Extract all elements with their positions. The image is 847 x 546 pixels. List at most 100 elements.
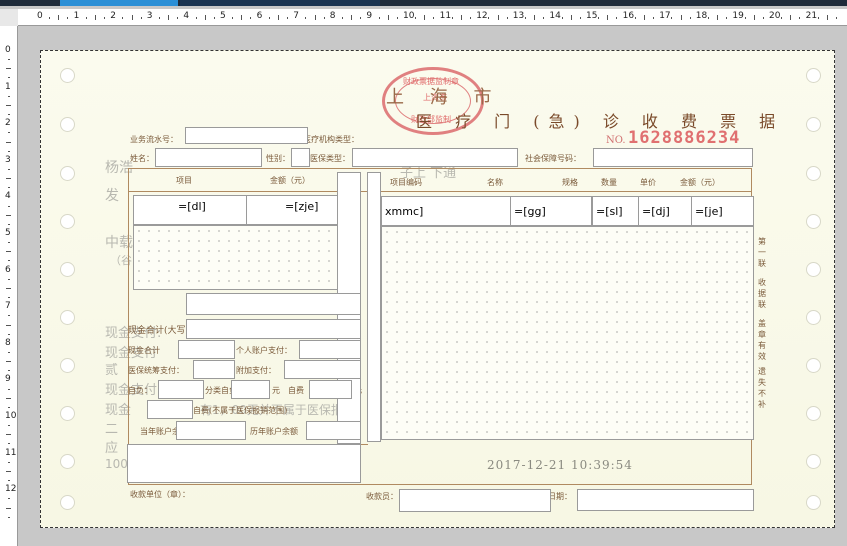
side-note-char: 不 [758,389,766,398]
side-note-char: 第 [758,237,766,246]
ruler-tick-label: 2 [110,11,116,21]
punch-hole-icon [806,214,821,229]
ruler-tick [817,17,819,19]
personal-account-field[interactable] [299,340,361,359]
detail-splitter[interactable] [367,172,381,442]
label-self-pay: 自负： [128,386,152,395]
ruler-tick [534,15,536,20]
ruler-tick [6,104,11,106]
ruler-tick [305,17,307,19]
ruler-tick [451,17,453,19]
medical-pay-field[interactable] [193,360,235,379]
ruler-tick-label: 7 [5,301,11,312]
ruler-tick-label: 3 [5,154,11,165]
ruler-tick [67,17,69,19]
ruler-tick [598,17,600,19]
ruler-tick-label: 13 [512,11,525,21]
ruler-tick [94,15,96,20]
label-prev-balance: 历年账户余额 [250,427,298,436]
gender-field[interactable] [291,148,310,167]
date-field[interactable] [577,489,754,511]
ruler-tick [168,15,170,20]
ruler-tick [433,17,435,19]
label-serial: 业务流水号： [130,135,178,144]
label-insurance-type: 医保类型： [310,154,350,163]
ruler-tick [8,278,10,280]
ruler-tick [8,406,10,408]
ruler-tick [104,17,106,19]
ruler-tick-label: 2 [5,118,11,129]
field-gg[interactable]: =[gg] [510,196,592,226]
ruler-tick [561,17,563,19]
ruler-tick [781,17,783,19]
ruler-tick-label: 15 [586,11,598,21]
self-expense-note-field[interactable] [147,400,193,419]
self-pay-field[interactable] [158,380,204,399]
ruler-tick [744,17,746,19]
ruler-tick-label: 5 [5,228,11,238]
social-security-no-field[interactable] [593,148,753,167]
subtotal-field[interactable] [186,293,361,315]
field-dj[interactable]: =[dj] [638,196,692,226]
side-note-char: 一 [758,248,766,257]
field-dl[interactable]: =[dl] [133,195,247,225]
ruler-tick [6,507,11,509]
ruler-tick [268,17,270,19]
classified-self-pay-field[interactable] [231,380,270,399]
ruler-tick-label: 7 [293,11,299,21]
label-payee-unit: 收款单位（章）： [130,490,190,499]
ruler-tick [680,15,682,20]
ruler-tick [616,17,618,19]
insurance-type-field[interactable] [352,148,518,167]
ruler-tick [232,17,234,19]
cash-total-field[interactable] [178,340,235,359]
ghost-text: 应 [105,441,119,456]
ruler-tick [8,351,10,353]
ruler-tick [58,15,60,20]
remark-field[interactable] [127,444,361,483]
ruler-tick [378,17,380,19]
serial-no-field[interactable] [185,127,308,144]
ruler-tick [49,17,51,19]
ruler-tick [424,15,426,20]
field-xmmc[interactable]: xmmc] [381,196,511,226]
cash-capital-field[interactable] [186,319,361,339]
punch-hole-icon [60,406,75,421]
ruler-tick [543,17,545,19]
label-unit-price: 单价 [640,178,656,187]
receipt-no-label: NO. [606,135,626,146]
ruler-tick [717,15,719,20]
detail-list-area[interactable] [381,226,754,440]
field-sl[interactable]: =[sl] [592,196,639,226]
ruler-tick [6,178,11,180]
self-expense-field[interactable] [309,380,352,399]
ruler-tick [6,287,11,289]
ruler-tick [131,15,133,20]
name-field[interactable] [155,148,262,167]
field-je[interactable]: =[je] [691,196,754,226]
receipt-frame-line [128,191,752,192]
category-list-area[interactable] [133,225,338,290]
field-zje[interactable]: =[zje] [246,195,338,225]
ruler-tick [8,297,10,299]
ruler-tick [277,15,279,20]
ruler-tick-label: 9 [366,11,373,21]
ruler-tick [8,242,10,244]
extra-pay-field[interactable] [284,360,361,379]
ruler-tick [470,17,472,19]
punch-hole-icon [60,117,75,132]
payee-field[interactable] [399,489,551,512]
punch-hole-icon [806,495,821,510]
ruler-tick [8,205,10,207]
ruler-tick [671,17,673,19]
ruler-tick [250,17,252,19]
document-tab[interactable] [180,0,380,6]
history-balance-field[interactable] [306,421,361,440]
ruler-tick [351,15,353,20]
ruler-tick [506,17,508,19]
ruler-tick-label: 1 [5,81,11,92]
document-tab[interactable] [60,0,178,6]
ruler-tick [8,77,10,79]
current-balance-field[interactable] [176,421,246,440]
print-datetime: 2017-12-21 10:39:54 [487,458,633,472]
